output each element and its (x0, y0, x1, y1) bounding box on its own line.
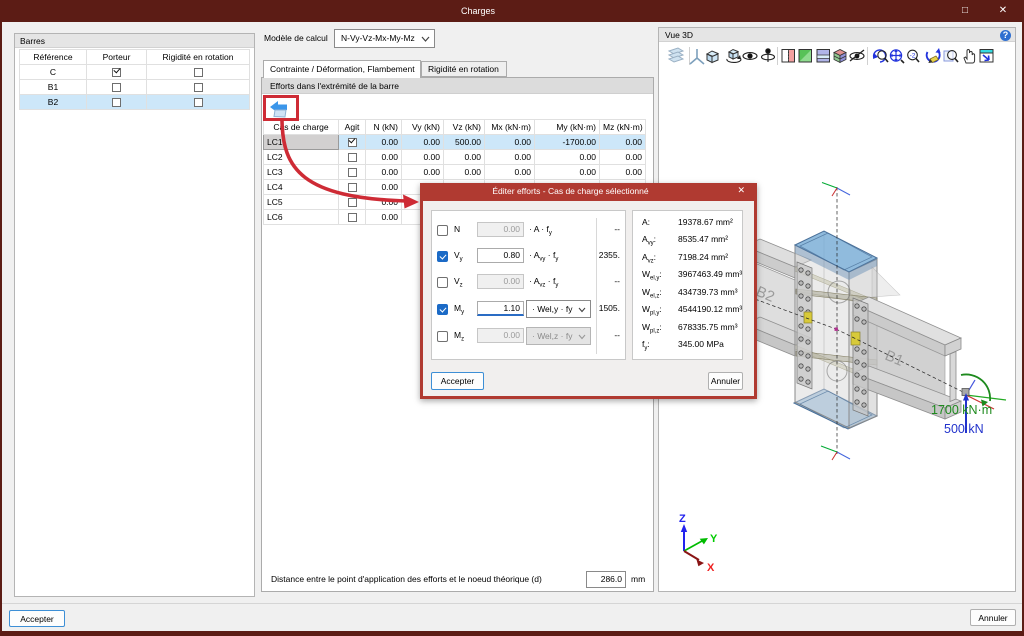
svg-text:Z: Z (679, 513, 686, 525)
svg-text:Y: Y (710, 533, 718, 545)
svg-text:X: X (707, 562, 715, 574)
svg-text:1700 kN·m: 1700 kN·m (931, 403, 992, 417)
svg-text:-2: -2 (910, 53, 916, 60)
svg-text:500 kN: 500 kN (944, 422, 984, 436)
